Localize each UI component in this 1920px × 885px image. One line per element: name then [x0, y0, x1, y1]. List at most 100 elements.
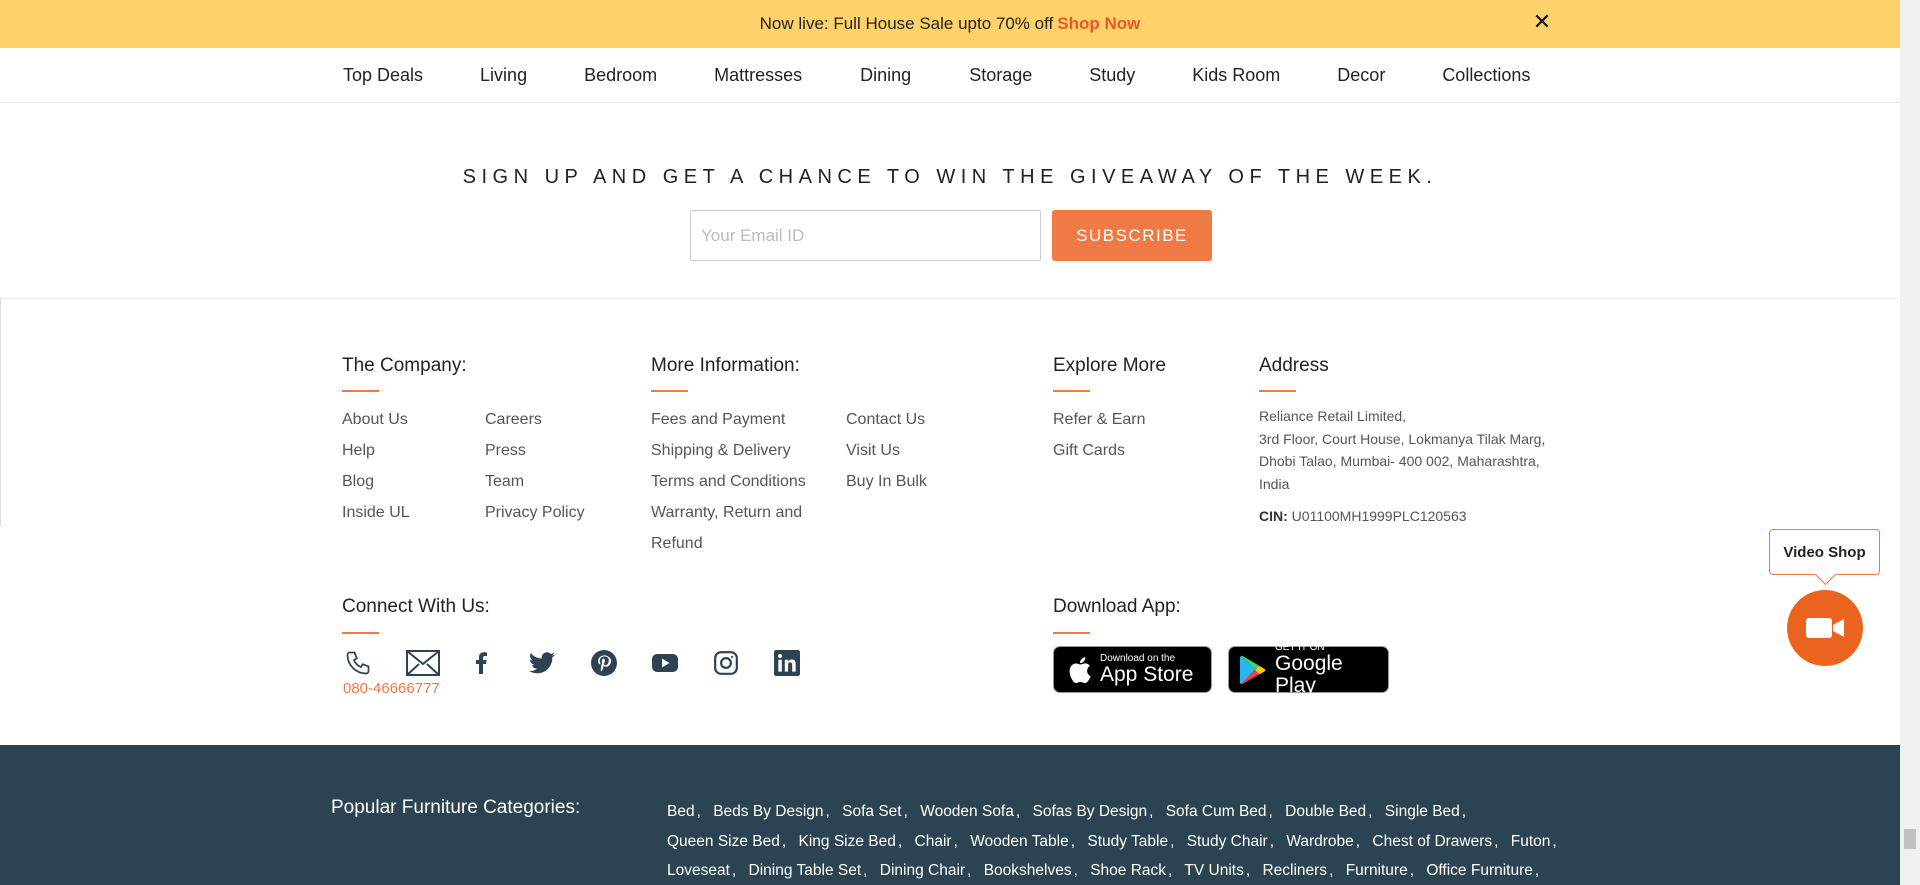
address-line: Reliance Retail Limited,	[1259, 408, 1407, 424]
footer-link-careers[interactable]: Careers	[485, 411, 542, 429]
app-store-badge[interactable]: Download on the App Store	[1053, 646, 1212, 693]
footer-link-team[interactable]: Team	[485, 473, 524, 491]
footer-link-refer[interactable]: Refer & Earn	[1053, 411, 1145, 429]
category-separator: ,	[1409, 862, 1415, 879]
promo-banner: Now live: Full House Sale upto 70% off S…	[0, 0, 1900, 48]
heading-underline	[1053, 390, 1090, 392]
close-icon[interactable]: ✕	[1531, 11, 1553, 33]
play-big-text: Google Play	[1275, 652, 1343, 697]
category-link[interactable]: Futon	[1511, 833, 1551, 850]
scrollbar[interactable]	[1900, 0, 1920, 885]
nav-storage[interactable]: Storage	[969, 65, 1032, 86]
category-separator: ,	[863, 862, 868, 879]
footer-link-terms[interactable]: Terms and Conditions	[651, 473, 806, 491]
popular-categories-list: Bed, Beds By Design, Sofa Set, Wooden So…	[667, 797, 1567, 885]
category-separator: ,	[967, 862, 972, 879]
subscribe-button[interactable]: SUBSCRIBE	[1052, 210, 1212, 261]
category-separator: ,	[1168, 862, 1173, 879]
footer-link-bulk[interactable]: Buy In Bulk	[846, 473, 927, 491]
category-link[interactable]: Sofa Set	[842, 803, 901, 820]
video-shop-button[interactable]	[1787, 590, 1863, 666]
category-link[interactable]: Loveseat	[667, 862, 730, 879]
youtube-icon[interactable]	[648, 646, 682, 680]
category-nav: Top Deals Living Bedroom Mattresses Dini…	[0, 48, 1900, 103]
category-link[interactable]: Beds By Design	[713, 803, 823, 820]
category-link[interactable]: Wardrobe	[1286, 833, 1353, 850]
category-link[interactable]: Dining Table Set	[749, 862, 862, 879]
category-link[interactable]: TV Units	[1184, 862, 1243, 879]
mail-icon[interactable]	[406, 646, 440, 680]
address-line: India	[1259, 475, 1290, 492]
google-play-badge[interactable]: GET IT ON Google Play	[1228, 642, 1389, 697]
category-link[interactable]: Sofas By Design	[1033, 803, 1148, 820]
category-link[interactable]: Sofa Cum Bed	[1166, 803, 1267, 820]
category-link[interactable]: Bed	[667, 803, 695, 820]
category-link[interactable]: King Size Bed	[799, 833, 896, 850]
nav-decor[interactable]: Decor	[1337, 65, 1385, 86]
footer-link-shipping[interactable]: Shipping & Delivery	[651, 442, 791, 460]
appstore-big-text: App Store	[1100, 663, 1194, 686]
footer-link-fees[interactable]: Fees and Payment	[651, 411, 785, 429]
footer-link-contact[interactable]: Contact Us	[846, 411, 925, 429]
cin-label: CIN:	[1259, 508, 1288, 524]
nav-kids-room[interactable]: Kids Room	[1192, 65, 1280, 86]
category-separator: ,	[903, 803, 908, 820]
category-link[interactable]: Study Table	[1087, 833, 1168, 850]
nav-dining[interactable]: Dining	[860, 65, 911, 86]
category-link[interactable]: Office Furniture	[1426, 862, 1533, 879]
twitter-icon[interactable]	[525, 646, 559, 680]
footer-link-about[interactable]: About Us	[342, 411, 408, 429]
category-link[interactable]: Chest of Drawers	[1372, 833, 1492, 850]
footer-link-gift-cards[interactable]: Gift Cards	[1053, 442, 1125, 460]
category-link[interactable]: Single Bed	[1385, 803, 1460, 820]
category-link[interactable]: Furniture	[1346, 862, 1408, 879]
nav-bedroom[interactable]: Bedroom	[584, 65, 657, 86]
category-link[interactable]: Queen Size Bed	[667, 833, 780, 850]
company-heading: The Company:	[342, 355, 467, 376]
footer-link-warranty[interactable]: Warranty, Return and	[651, 504, 802, 522]
category-link[interactable]: Wooden Sofa	[920, 803, 1014, 820]
instagram-icon[interactable]	[709, 646, 743, 680]
footer-link-visit[interactable]: Visit Us	[846, 442, 900, 460]
footer-link-help[interactable]: Help	[342, 442, 375, 460]
category-separator: ,	[1268, 803, 1273, 820]
video-camera-icon	[1806, 618, 1844, 638]
video-shop-label[interactable]: Video Shop	[1769, 529, 1880, 575]
phone-number[interactable]: 080-46666777	[343, 680, 440, 697]
apple-icon	[1066, 655, 1092, 685]
footer-link-refund[interactable]: Refund	[651, 535, 703, 553]
phone-icon[interactable]	[341, 646, 375, 680]
shop-now-link[interactable]: Shop Now	[1057, 14, 1140, 34]
category-link[interactable]: Double Bed	[1285, 803, 1366, 820]
footer-link-inside-ul[interactable]: Inside UL	[342, 504, 410, 522]
category-link[interactable]: Study Chair	[1187, 833, 1268, 850]
popular-categories-heading: Popular Furniture Categories:	[331, 797, 581, 818]
pinterest-icon[interactable]	[587, 646, 621, 680]
nav-living[interactable]: Living	[480, 65, 527, 86]
category-link[interactable]: Recliners	[1262, 862, 1327, 879]
nav-mattresses[interactable]: Mattresses	[714, 65, 802, 86]
footer-link-press[interactable]: Press	[485, 442, 526, 460]
category-separator: ,	[1368, 803, 1373, 820]
category-separator: ,	[1461, 803, 1467, 820]
category-separator: ,	[1269, 832, 1274, 850]
scrollbar-thumb[interactable]	[1904, 829, 1916, 849]
category-separator: ,	[1355, 832, 1361, 850]
footer-link-privacy[interactable]: Privacy Policy	[485, 504, 585, 522]
category-link[interactable]: Shoe Rack	[1090, 862, 1166, 879]
nav-top-deals[interactable]: Top Deals	[343, 65, 423, 86]
category-link[interactable]: Bookshelves	[984, 862, 1072, 879]
nav-collections[interactable]: Collections	[1442, 65, 1530, 86]
category-link[interactable]: Dining Chair	[880, 862, 965, 879]
facebook-icon[interactable]	[464, 646, 498, 680]
explore-heading: Explore More	[1053, 355, 1166, 376]
category-link[interactable]: Wooden Table	[970, 833, 1069, 850]
address-heading: Address	[1259, 355, 1329, 376]
category-separator: ,	[1070, 832, 1076, 850]
category-link[interactable]: Chair	[915, 833, 952, 850]
footer-link-blog[interactable]: Blog	[342, 473, 374, 491]
linkedin-icon[interactable]	[770, 646, 804, 680]
email-field[interactable]	[690, 210, 1041, 261]
nav-study[interactable]: Study	[1089, 65, 1135, 86]
category-separator: ,	[825, 803, 830, 820]
